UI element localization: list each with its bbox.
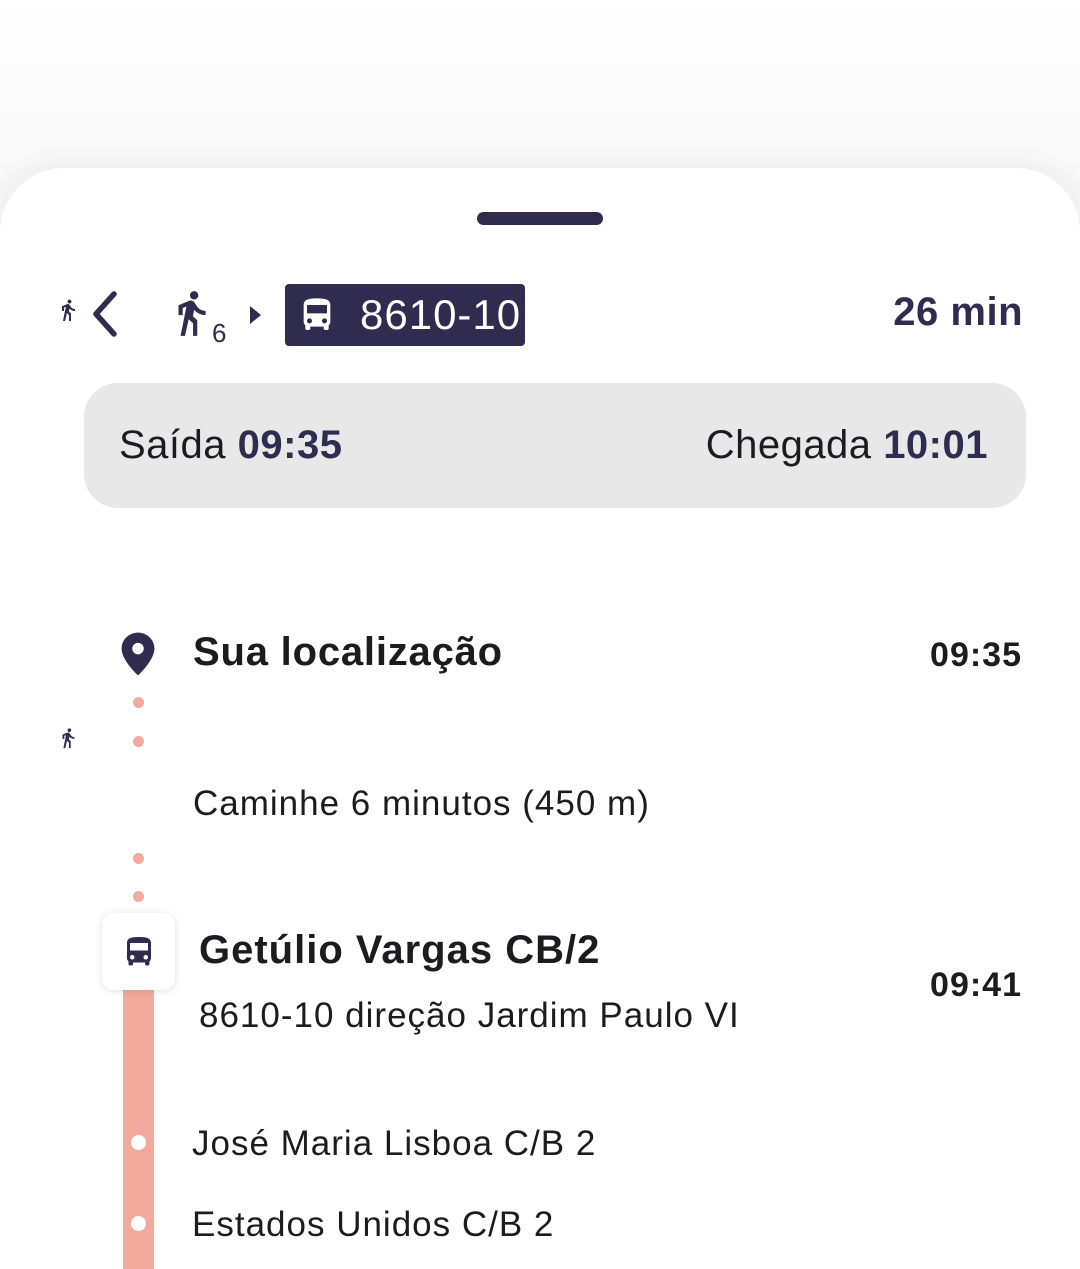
- arrival-label: Chegada: [705, 423, 872, 467]
- walk-minutes: 6: [212, 318, 227, 348]
- caret-right-icon: [250, 306, 261, 324]
- trip-duration: 26 min: [893, 290, 1023, 334]
- location-pin-icon: [121, 632, 155, 676]
- walk-path-dot: [133, 697, 144, 708]
- bus-icon: [126, 936, 151, 965]
- walk-icon: [62, 728, 75, 749]
- arrival-time: 10:01: [883, 423, 988, 467]
- intermediate-stop-dot: [131, 1216, 146, 1231]
- walk-instruction: Caminhe 6 minutos (450 m): [193, 784, 650, 823]
- route-code: 8610-10: [360, 291, 522, 338]
- origin-name: Sua localização: [193, 630, 503, 674]
- departure: Saída 09:35: [119, 423, 342, 468]
- departure-label: Saída: [119, 423, 227, 467]
- boarding-route-direction: 8610-10 direção Jardim Paulo VI: [199, 996, 740, 1035]
- walk-icon: [62, 299, 75, 321]
- origin-time: 09:35: [930, 636, 1022, 674]
- intermediate-stop-dot: [131, 1135, 146, 1150]
- times-bar: Saída 09:35 Chegada 10:01: [84, 383, 1026, 508]
- departure-time: 09:35: [237, 423, 343, 467]
- walk-icon: [178, 291, 206, 336]
- back-arrow-icon[interactable]: [84, 288, 128, 340]
- walk-path-dot: [133, 736, 144, 747]
- drag-handle[interactable]: [477, 212, 603, 225]
- walk-path-dot: [133, 853, 144, 864]
- bus-stop-marker: [102, 913, 175, 990]
- route-chip[interactable]: 8610-10: [285, 284, 525, 346]
- bus-icon: [303, 298, 331, 330]
- intermediate-stop-name: José Maria Lisboa C/B 2: [192, 1124, 597, 1163]
- boarding-time: 09:41: [930, 966, 1022, 1004]
- boarding-stop-name: Getúlio Vargas CB/2: [199, 928, 601, 972]
- walk-path-dot: [133, 891, 144, 902]
- arrival: Chegada 10:01: [706, 423, 988, 468]
- intermediate-stop-name: Estados Unidos C/B 2: [192, 1205, 555, 1244]
